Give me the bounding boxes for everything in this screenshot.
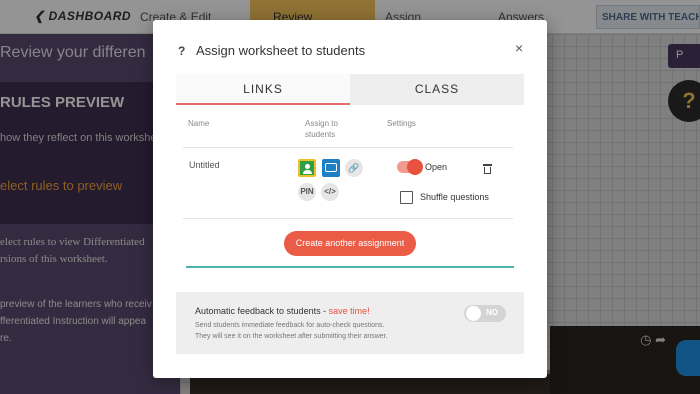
section-underline xyxy=(186,266,514,268)
divider xyxy=(183,218,513,219)
question-icon: ? xyxy=(178,44,186,58)
shuffle-questions-label[interactable]: Shuffle questions xyxy=(420,192,489,202)
toggle-knob xyxy=(466,306,481,321)
column-header-name: Name xyxy=(188,119,210,128)
dialog-title: Assign worksheet to students xyxy=(196,43,366,58)
save-time-text: save time! xyxy=(328,306,370,316)
toggle-knob xyxy=(407,159,423,175)
link-icon[interactable]: 🔗 xyxy=(345,159,363,177)
feedback-description-line: Send students immediate feedback for aut… xyxy=(195,322,385,329)
column-header-settings: Settings xyxy=(387,119,416,128)
feedback-description: Send students immediate feedback for aut… xyxy=(195,320,388,342)
close-icon[interactable]: × xyxy=(515,40,523,56)
column-header-assign: Assign to students xyxy=(305,119,338,139)
tab-class[interactable]: CLASS xyxy=(350,74,524,105)
tab-links[interactable]: LINKS xyxy=(176,74,350,105)
create-another-assignment-button[interactable]: Create another assignment xyxy=(284,231,416,256)
automatic-feedback-section: Automatic feedback to students - save ti… xyxy=(176,292,524,354)
open-status-label: Open xyxy=(425,162,448,172)
feedback-description-line: They will see it on the worksheet after … xyxy=(195,333,388,340)
assign-tabs: LINKS CLASS xyxy=(176,74,524,105)
microsoft-teams-icon[interactable] xyxy=(322,159,340,177)
embed-code-button[interactable]: </> xyxy=(321,183,339,201)
feedback-toggle-label: NO xyxy=(486,308,498,317)
assign-worksheet-dialog: ? Assign worksheet to students × LINKS C… xyxy=(153,20,547,378)
shuffle-questions-checkbox[interactable] xyxy=(400,191,413,204)
feedback-title: Automatic feedback to students - save ti… xyxy=(195,306,370,316)
open-toggle[interactable] xyxy=(397,159,423,175)
pin-button[interactable]: PIN xyxy=(298,183,316,201)
trash-icon[interactable] xyxy=(483,164,492,174)
feedback-title-text: Automatic feedback to students - xyxy=(195,306,329,316)
feedback-toggle[interactable]: NO xyxy=(464,305,506,322)
divider xyxy=(183,147,513,148)
google-classroom-icon[interactable] xyxy=(298,159,316,177)
assignment-name[interactable]: Untitled xyxy=(189,160,220,170)
